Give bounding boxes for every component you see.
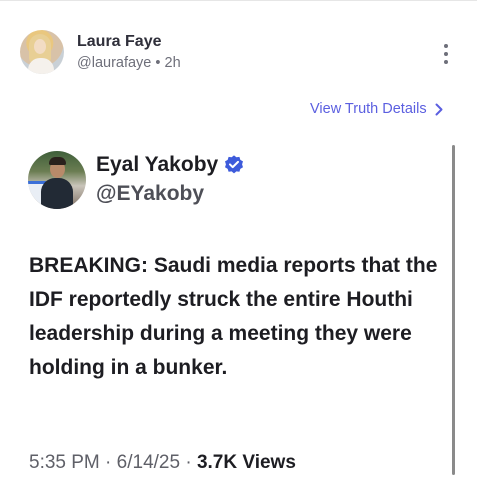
tweet-author-handle: @EYakoby — [96, 182, 205, 205]
tweet-time: 5:35 PM — [29, 452, 100, 473]
meta-separator: • — [155, 55, 161, 71]
author-handle[interactable]: @laurafaye — [77, 55, 151, 71]
tweet-meta: 5:35 PM · 6/14/25 · 3.7K Views — [29, 452, 296, 474]
vertical-ellipsis-icon-dot — [444, 60, 448, 64]
tweet-author-avatar — [28, 151, 86, 209]
top-divider — [0, 0, 477, 1]
views-count: 3.7K — [196, 452, 238, 473]
view-truth-details-link[interactable]: View Truth Details — [310, 99, 443, 119]
vertical-ellipsis-icon-dot — [444, 52, 448, 56]
tweet-author-name-row: Eyal Yakoby — [96, 153, 245, 177]
author-meta: @laurafaye • 2h — [77, 55, 181, 71]
views-label: Views — [242, 452, 296, 473]
chevron-right-icon — [435, 103, 443, 115]
tweet-date: 6/14/25 — [116, 452, 181, 473]
author-display-name[interactable]: Laura Faye — [77, 33, 161, 51]
post-time: 2h — [164, 55, 181, 71]
more-options-button[interactable] — [439, 42, 453, 66]
truth-link-label: View Truth Details — [310, 101, 427, 117]
meta-dot: · — [185, 452, 192, 473]
meta-dot: · — [105, 452, 112, 473]
scrollbar[interactable] — [452, 145, 455, 475]
post-header: Laura Faye @laurafaye • 2h — [20, 30, 460, 80]
tweet-author-name: Eyal Yakoby — [96, 153, 219, 176]
author-avatar[interactable] — [20, 30, 64, 74]
verified-badge-icon — [225, 155, 244, 174]
vertical-ellipsis-icon — [444, 44, 448, 48]
tweet-body-text: BREAKING: Saudi media reports that the I… — [29, 254, 438, 379]
